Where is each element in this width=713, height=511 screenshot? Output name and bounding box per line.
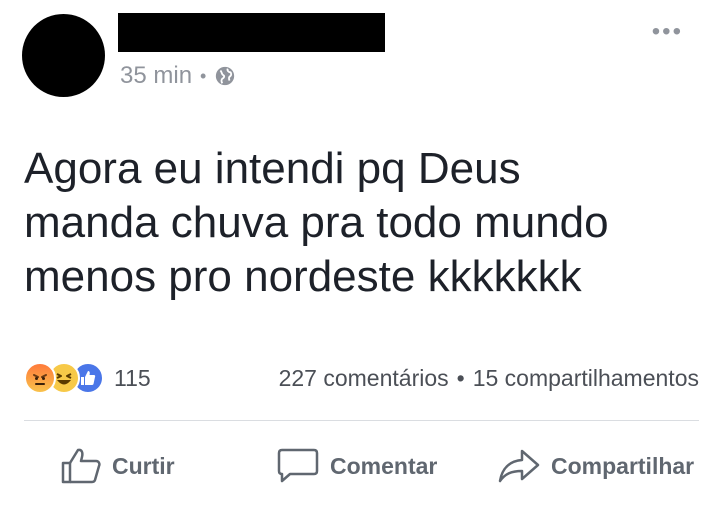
like-label: Curtir	[112, 452, 175, 479]
post-engagement: 227 comentários • 15 compartilhamentos	[279, 365, 699, 392]
post-actions: Curtir Comentar Compartilhar	[0, 438, 713, 494]
author-name-redacted[interactable]	[118, 13, 385, 52]
share-button[interactable]: Compartilhar	[497, 447, 694, 485]
post-text-line: manda chuva pra todo mundo	[24, 198, 609, 247]
speech-bubble-icon	[277, 448, 319, 483]
comments-count[interactable]: 227 comentários	[279, 365, 449, 392]
comment-label: Comentar	[330, 452, 438, 479]
post-meta: 35 min •	[120, 62, 236, 90]
more-options-icon[interactable]: •••	[652, 18, 683, 46]
meta-separator: •	[200, 65, 207, 86]
divider	[24, 420, 699, 421]
reaction-count: 115	[114, 364, 151, 391]
share-arrow-icon	[498, 449, 540, 483]
stats-separator: •	[456, 364, 465, 391]
post-stats: 115 227 comentários • 15 compartilhament…	[24, 358, 699, 398]
angry-icon	[24, 362, 56, 394]
comment-button[interactable]: Comentar	[276, 447, 437, 485]
post-text-line: Agora eu intendi pq Deus	[24, 144, 521, 193]
shares-count[interactable]: 15 compartilhamentos	[473, 365, 699, 392]
post-text: Agora eu intendi pq Deus manda chuva pra…	[24, 142, 684, 304]
post-text-line: menos pro nordeste kkkkkkk	[24, 252, 582, 301]
globe-icon	[216, 66, 235, 86]
post-time[interactable]: 35 min	[120, 62, 192, 90]
thumbs-up-icon	[61, 448, 101, 484]
share-label: Compartilhar	[551, 452, 695, 479]
reactions-summary[interactable]: 115	[24, 362, 151, 394]
avatar[interactable]	[22, 14, 105, 97]
like-button[interactable]: Curtir	[60, 447, 175, 485]
